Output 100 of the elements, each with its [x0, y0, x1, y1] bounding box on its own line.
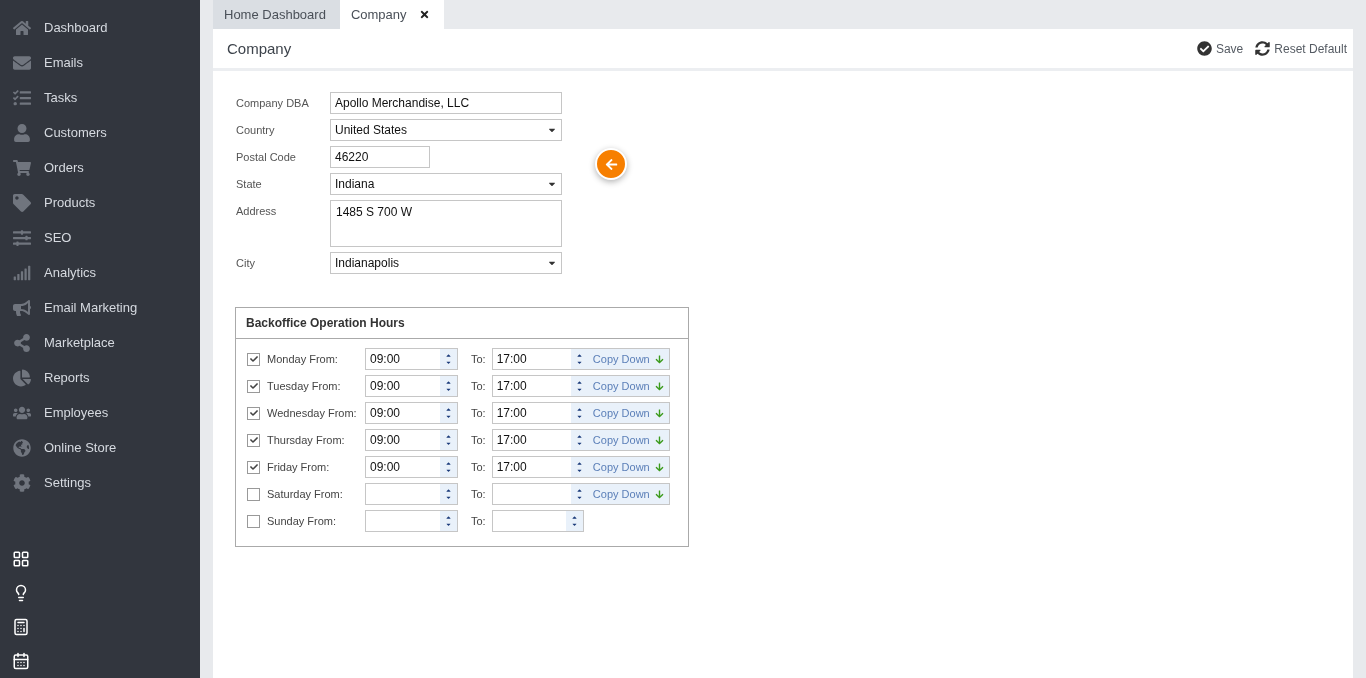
checkbox[interactable]	[247, 406, 260, 420]
envelope-icon	[13, 53, 31, 72]
sidebar-item[interactable]: Employees	[0, 395, 200, 430]
caret-up-icon[interactable]	[445, 352, 452, 359]
time-spinner[interactable]: 09:00	[365, 456, 458, 478]
caret-up-icon[interactable]	[445, 433, 452, 440]
caret-down-icon[interactable]	[445, 494, 452, 501]
select-field[interactable]: Indiana	[330, 173, 562, 195]
caret-up-icon[interactable]	[445, 487, 452, 494]
caret-down-icon[interactable]	[445, 359, 452, 366]
time-spinner[interactable]: 17:00 Copy Down	[491, 456, 670, 478]
copy-down-button[interactable]: Copy Down	[587, 457, 669, 477]
sidebar-item[interactable]: Emails	[0, 45, 200, 80]
sidebar-item[interactable]: SEO	[0, 220, 200, 255]
field-label: City	[236, 256, 256, 269]
checkbox[interactable]	[247, 487, 260, 501]
arrow-down-icon	[654, 408, 664, 418]
back-button[interactable]	[595, 148, 627, 180]
copy-down-button[interactable]: Copy Down	[587, 430, 669, 450]
to-label: To:	[471, 515, 486, 527]
caret-up-icon[interactable]	[575, 460, 583, 467]
caret-down-icon[interactable]	[445, 467, 452, 474]
caret-down-icon[interactable]	[445, 386, 452, 393]
sidebar-item[interactable]: Products	[0, 185, 200, 220]
select-field[interactable]: Indianapolis	[330, 252, 562, 274]
tab[interactable]: Home Dashboard	[213, 0, 340, 29]
megaphone-icon	[13, 298, 31, 317]
caret-down-icon[interactable]	[445, 413, 452, 420]
caret-down-icon[interactable]	[570, 521, 578, 528]
caret-up-icon[interactable]	[445, 514, 452, 521]
page-title: Company	[227, 40, 292, 57]
caret-down-icon[interactable]	[575, 359, 583, 366]
check-icon	[249, 463, 258, 471]
to-label: To:	[471, 434, 486, 446]
sidebar-item[interactable]: Email Marketing	[0, 290, 200, 325]
caret-up-icon[interactable]	[445, 379, 452, 386]
copy-down-button[interactable]: Copy Down	[587, 376, 669, 396]
caret-down-icon[interactable]	[575, 440, 583, 447]
time-spinner[interactable]: 17:00 Copy Down	[491, 348, 670, 370]
checkbox[interactable]	[247, 514, 260, 528]
time-spinner[interactable]: 09:00	[365, 348, 458, 370]
share-icon	[13, 333, 31, 352]
sidebar-item[interactable]: Online Store	[0, 430, 200, 465]
input-field[interactable]: Apollo Merchandise, LLC	[330, 92, 562, 114]
action-button[interactable]: Save	[1184, 41, 1244, 56]
select-field[interactable]: United States	[330, 119, 562, 141]
checkbox[interactable]	[247, 460, 260, 474]
caret-down-icon[interactable]	[445, 440, 452, 447]
sidebar-item[interactable]: Tasks	[0, 80, 200, 115]
time-spinner[interactable]: 17:00 Copy Down	[491, 402, 670, 424]
caret-up-icon[interactable]	[575, 433, 583, 440]
time-spinner[interactable]: Copy Down	[491, 483, 670, 505]
tab[interactable]: Company	[339, 0, 444, 29]
sidebar-item[interactable]: Analytics	[0, 255, 200, 290]
time-spinner[interactable]: 09:00	[365, 375, 458, 397]
field-label: Address	[236, 204, 278, 217]
caret-down-icon[interactable]	[445, 521, 452, 528]
input-field[interactable]: 46220	[330, 146, 430, 168]
pie-chart-icon	[13, 368, 31, 387]
caret-down-icon[interactable]	[575, 386, 583, 393]
caret-up-icon[interactable]	[575, 487, 583, 494]
to-label: To:	[471, 407, 486, 419]
caret-down-icon[interactable]	[575, 413, 583, 420]
action-button[interactable]: Reset Default	[1243, 41, 1347, 56]
copy-down-button[interactable]: Copy Down	[587, 349, 669, 369]
sidebar-item[interactable]: Dashboard	[0, 10, 200, 45]
caret-down-icon[interactable]	[575, 494, 583, 501]
copy-down-button[interactable]: Copy Down	[587, 484, 669, 504]
sidebar-item[interactable]: Marketplace	[0, 325, 200, 360]
caret-down-icon[interactable]	[575, 467, 583, 474]
user-icon	[13, 123, 31, 142]
calendar-icon[interactable]	[12, 652, 30, 670]
checkbox[interactable]	[247, 433, 260, 447]
sidebar-item[interactable]: Orders	[0, 150, 200, 185]
close-icon[interactable]	[418, 9, 430, 20]
caret-up-icon[interactable]	[575, 406, 583, 413]
sidebar-item[interactable]: Settings	[0, 465, 200, 500]
day-label: Thursday From:	[267, 434, 346, 446]
time-spinner[interactable]: 17:00 Copy Down	[491, 375, 670, 397]
checkbox[interactable]	[247, 379, 260, 393]
caret-up-icon[interactable]	[570, 514, 578, 521]
cart-icon	[13, 158, 31, 177]
calculator-icon[interactable]	[12, 618, 30, 636]
refresh-icon	[1255, 41, 1271, 56]
sidebar-item[interactable]: Customers	[0, 115, 200, 150]
caret-up-icon[interactable]	[445, 406, 452, 413]
time-spinner[interactable]: 17:00 Copy Down	[491, 429, 670, 451]
checkbox[interactable]	[247, 352, 260, 366]
caret-up-icon[interactable]	[445, 460, 452, 467]
caret-up-icon[interactable]	[575, 352, 583, 359]
squares-icon[interactable]	[12, 550, 30, 568]
textarea-field[interactable]: 1485 S 700 W	[330, 200, 562, 247]
time-spinner[interactable]: 09:00	[365, 429, 458, 451]
to-label: To:	[471, 461, 486, 473]
caret-up-icon[interactable]	[575, 379, 583, 386]
sidebar-item[interactable]: Reports	[0, 360, 200, 395]
tag-icon	[13, 193, 31, 212]
copy-down-button[interactable]: Copy Down	[587, 403, 669, 423]
day-label: Friday From:	[267, 461, 331, 473]
time-spinner[interactable]: 09:00	[365, 402, 458, 424]
